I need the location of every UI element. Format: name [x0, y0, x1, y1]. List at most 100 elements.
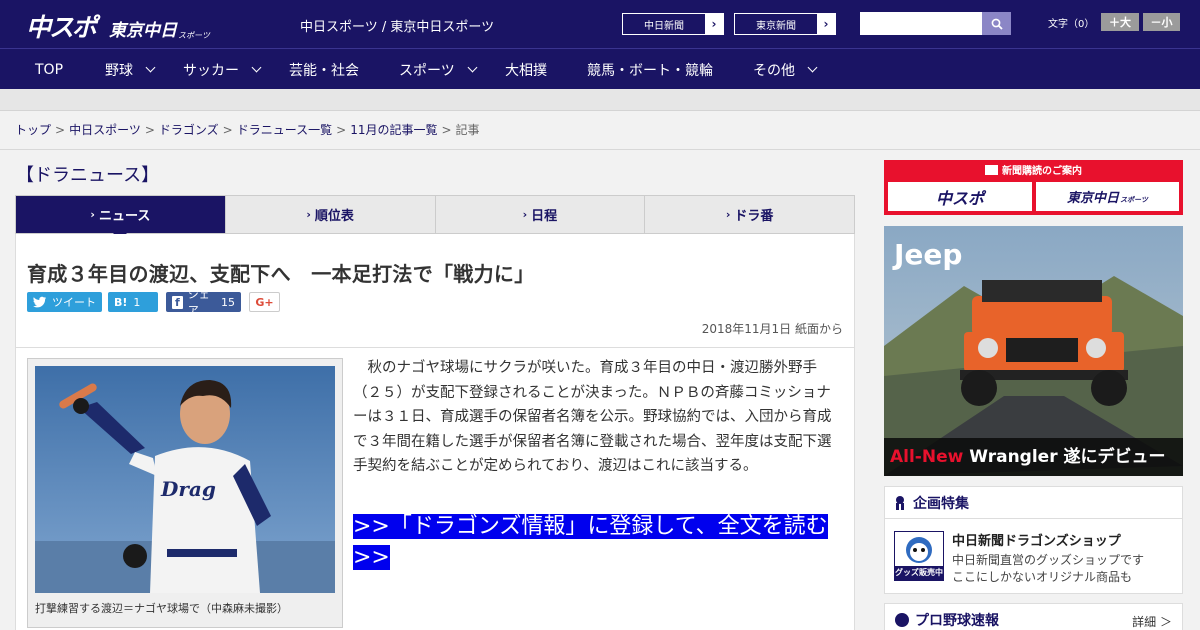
jeep-ad-image: Jeep All-New Wrangler 遂にデビュー — [884, 226, 1183, 476]
tweet-label: ツイート — [52, 296, 96, 309]
pro-baseball-title: プロ野球速報 — [915, 613, 999, 629]
tokyo-shimbun-label: 東京新聞 — [735, 14, 817, 34]
register-to-read-link[interactable]: >>「ドラゴンズ情報」に登録して、全文を読む >> — [353, 511, 845, 573]
tokyo-shimbun-link[interactable]: 東京新聞 › — [734, 13, 836, 35]
chevron-down-icon — [807, 62, 818, 73]
nav-item-label: サッカー — [183, 62, 239, 79]
twitter-icon — [33, 296, 46, 308]
article-headline: 育成３年目の渡辺、支配下へ 一本足打法で「戦力に」 — [27, 262, 535, 286]
breadcrumb-separator: > — [336, 123, 347, 137]
tokyo-chunichi-label: 東京中日 — [1067, 191, 1120, 206]
search-input[interactable] — [860, 12, 982, 35]
ad-tagline: All-New Wrangler 遂にデビュー — [890, 446, 1166, 467]
article-body: 秋のナゴヤ球場にサクラが咲いた。育成３年目の中日・渡辺勝外野手（２５）が支配下登… — [353, 360, 832, 474]
chevron-down-icon — [467, 62, 478, 73]
subscription-title: 新聞購読のご案内 — [884, 162, 1183, 177]
nav-item-label: 競馬・ボート・競輪 — [587, 62, 713, 79]
breadcrumb-link[interactable]: トップ — [15, 123, 51, 137]
breadcrumb-link[interactable]: ドラゴンズ — [159, 123, 219, 137]
nav-item-baseball[interactable]: 野球 — [105, 49, 156, 90]
breadcrumb-separator: > — [441, 123, 452, 137]
divider — [0, 149, 1200, 150]
article: 育成３年目の渡辺、支配下へ 一本足打法で「戦力に」 ツイート B! 1 f シェ… — [15, 234, 855, 630]
google-plus-button[interactable]: G+ — [249, 292, 280, 312]
chevron-down-icon — [145, 62, 156, 73]
tab-news[interactable]: › ニュース — [16, 196, 225, 240]
ad-brand-text: Jeep — [892, 238, 962, 271]
nav-item-soccer[interactable]: サッカー — [183, 49, 262, 90]
nav-item-other[interactable]: その他 — [753, 49, 818, 90]
nav-item-entertainment[interactable]: 芸能・社会 — [289, 49, 359, 90]
nav-item-label: スポーツ — [399, 62, 455, 79]
article-photo-figure: Drag 打撃練習する渡辺＝ナゴヤ球場で（中森麻未撮影） — [27, 358, 343, 628]
shop-description-2: ここにしかないオリジナル商品も — [952, 570, 1133, 584]
article-date: 2018年11月1日 紙面から — [701, 322, 843, 336]
breadcrumb-separator: > — [55, 123, 66, 137]
breadcrumb-separator: > — [222, 123, 233, 137]
ad-tagline-new: All-New — [890, 447, 964, 467]
breadcrumb-link[interactable]: 11月の記事一覧 — [350, 123, 437, 137]
main-nav: TOP 野球 サッカー 芸能・社会 スポーツ 大相撲 競馬・ボート・競輪 その他 — [0, 48, 1200, 89]
nav-item-label: その他 — [753, 62, 795, 79]
nav-item-sports[interactable]: スポーツ — [399, 49, 478, 90]
photo-caption: 打撃練習する渡辺＝ナゴヤ球場で（中森麻未撮影） — [35, 602, 288, 615]
nav-item-label: 大相撲 — [505, 62, 547, 79]
breadcrumb-separator: > — [144, 123, 155, 137]
chunichi-shimbun-label: 中日新聞 — [623, 14, 705, 34]
ad-strip — [0, 89, 1200, 111]
font-larger-button[interactable]: ＋大 — [1101, 13, 1139, 31]
shop-badge: グッズ販売中 — [895, 566, 943, 580]
facebook-share-button[interactable]: f シェア 15 — [166, 288, 241, 317]
tab-label: ニュース — [98, 209, 151, 224]
breadcrumb-link[interactable]: 中日スポーツ — [69, 123, 141, 137]
chevron-right-icon: › — [725, 208, 731, 221]
nav-item-label: TOP — [35, 61, 64, 78]
dra-tabs: › ニュース › 順位表 › 日程 › ドラ番 — [15, 195, 855, 240]
player-batting-image: Drag — [35, 366, 335, 593]
nav-item-label: 野球 — [105, 62, 133, 79]
search-form — [860, 12, 1011, 35]
tab-schedule[interactable]: › 日程 — [434, 196, 645, 233]
facebook-icon: f — [172, 295, 183, 309]
feature-widget-header: 企画特集 — [885, 487, 1182, 519]
subscription-title-label: 新聞購読のご案内 — [1002, 166, 1082, 177]
pro-baseball-more-link[interactable]: 詳細 ＞ — [1132, 613, 1172, 630]
tab-reporter[interactable]: › ドラ番 — [644, 196, 854, 233]
tab-label: 日程 — [531, 209, 558, 224]
ad-tagline-rest: Wrangler 遂にデビュー — [963, 446, 1165, 467]
pro-baseball-widget: プロ野球速報 詳細 ＞ — [884, 603, 1183, 630]
breadcrumb-link[interactable]: ドラニュース一覧 — [237, 123, 332, 137]
jeep-advertisement[interactable]: Jeep All-New Wrangler 遂にデビュー — [884, 226, 1183, 476]
chunichi-shimbun-link[interactable]: 中日新聞 › — [622, 13, 724, 35]
logo-chuspo: 中スポ — [26, 13, 97, 42]
section-title: 【ドラニュース】 — [16, 165, 160, 186]
search-button[interactable] — [982, 12, 1011, 35]
chevron-right-icon: › — [711, 17, 717, 31]
subscription-banner[interactable]: 新聞購読のご案内 中スポ 東京中日 スポーツ — [884, 160, 1183, 215]
font-smaller-button[interactable]: －小 — [1143, 13, 1180, 31]
svg-text:Drag: Drag — [160, 477, 216, 501]
tab-standings[interactable]: › 順位表 — [224, 196, 435, 233]
logo-tokyo-chunichi: 東京中日 — [109, 21, 178, 41]
hatena-icon: B! — [114, 295, 128, 309]
chevron-right-icon: › — [823, 17, 829, 31]
breadcrumb-current: 記事 — [455, 123, 480, 137]
nav-item-top[interactable]: TOP — [35, 49, 63, 90]
site-name: 中日スポーツ / 東京中日スポーツ — [300, 20, 495, 35]
nav-item-keiba[interactable]: 競馬・ボート・競輪 — [587, 49, 713, 90]
tweet-button[interactable]: ツイート — [27, 292, 102, 312]
facebook-share-count: 15 — [221, 295, 235, 309]
chevron-right-icon: › — [306, 208, 311, 221]
nav-item-label: 芸能・社会 — [289, 62, 359, 79]
tokyo-chunichi-sports-label: スポーツ — [1120, 196, 1148, 204]
tokyo-chunichi-subscribe-button[interactable]: 東京中日 スポーツ — [1036, 182, 1179, 211]
chuspo-subscribe-button[interactable]: 中スポ — [888, 182, 1032, 211]
site-logo[interactable]: 中スポ 東京中日 スポーツ — [26, 8, 210, 44]
chevron-right-icon: › — [90, 208, 95, 221]
dragons-shop-item[interactable]: グッズ販売中 中日新聞ドラゴンズショップ 中日新聞直営のグッズショップです ここ… — [885, 519, 1182, 591]
award-icon — [895, 495, 905, 510]
nav-item-sumo[interactable]: 大相撲 — [505, 49, 547, 90]
tab-label: ドラ番 — [734, 209, 774, 224]
chevron-right-icon: › — [522, 208, 528, 221]
hatena-bookmark-button[interactable]: B! 1 — [108, 292, 158, 312]
